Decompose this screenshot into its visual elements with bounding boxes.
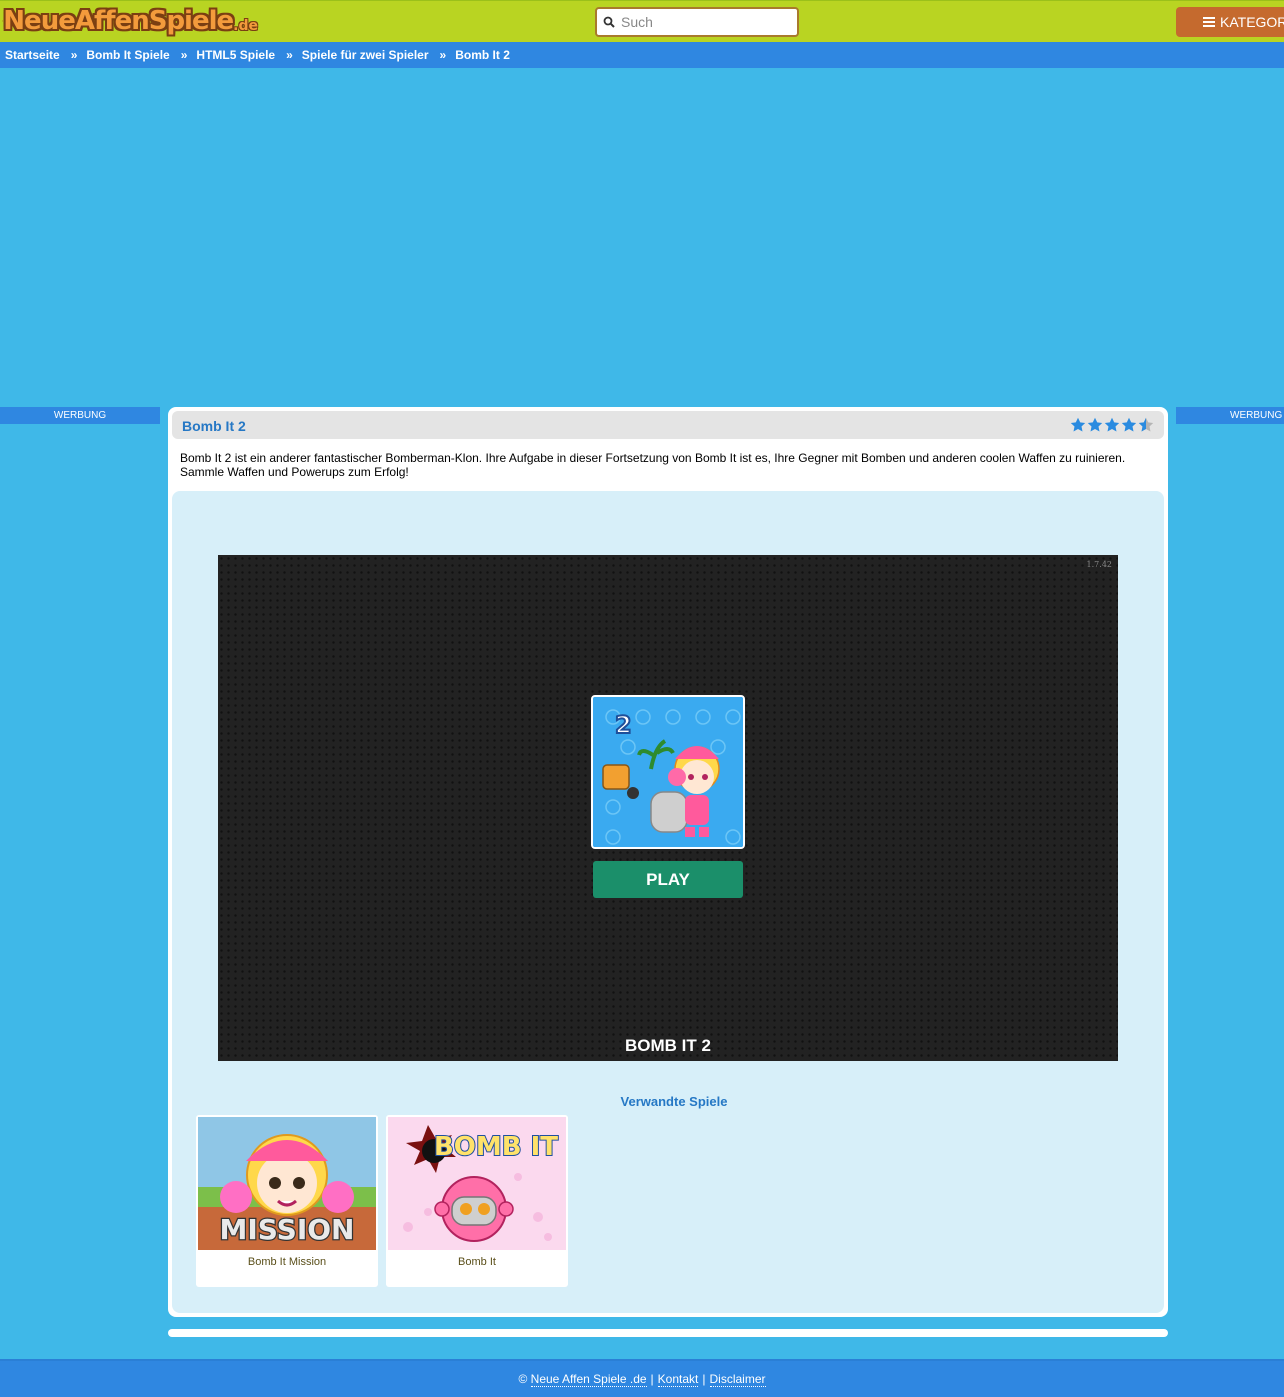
game-frame[interactable]: 1.7.42 2 PLAY BOMB IT 2 <box>218 555 1118 1061</box>
search-icon <box>603 16 615 28</box>
breadcrumb: Startseite » Bomb It Spiele » HTML5 Spie… <box>0 42 1284 68</box>
footer-separator: | <box>702 1372 706 1386</box>
game-name-caption: BOMB IT 2 <box>625 1036 711 1055</box>
categories-label: KATEGORIEN <box>1220 14 1284 30</box>
game-title-bar: Bomb It 2 <box>172 411 1164 439</box>
footer-site-link[interactable]: Neue Affen Spiele .de <box>530 1372 647 1387</box>
menu-icon <box>1203 17 1215 27</box>
related-games-title: Verwandte Spiele <box>620 1094 728 1109</box>
breadcrumb-bomb-it-spiele[interactable]: Bomb It Spiele <box>86 48 169 62</box>
related-game-name[interactable]: Bomb It <box>386 1256 568 1268</box>
content-divider <box>168 1329 1168 1337</box>
breadcrumb-html5-spiele[interactable]: HTML5 Spiele <box>196 48 275 62</box>
search-box[interactable] <box>595 7 799 37</box>
breadcrumb-home[interactable]: Startseite <box>5 48 60 62</box>
footer-disclaimer-link[interactable]: Disclaimer <box>709 1372 766 1387</box>
ad-label-left: WERBUNG <box>0 407 160 424</box>
play-button[interactable]: PLAY <box>593 861 743 898</box>
ad-label-right: WERBUNG <box>1176 407 1284 424</box>
star-icon[interactable] <box>1104 417 1120 433</box>
game-version: 1.7.42 <box>1086 560 1112 569</box>
top-header: NeueAffenSpiele .de KATEGORIEN <box>0 0 1284 42</box>
related-game-card[interactable]: BOMB IT Bomb It <box>386 1115 568 1287</box>
related-game-thumbnail[interactable]: BOMB IT <box>388 1117 566 1250</box>
breadcrumb-separator: » <box>70 48 78 62</box>
card-banner: BOMB IT <box>434 1132 558 1162</box>
breadcrumb-separator: » <box>439 48 447 62</box>
copyright-symbol: © <box>518 1372 528 1386</box>
star-icon[interactable] <box>1087 417 1103 433</box>
rating-stars[interactable] <box>1070 417 1154 433</box>
bomb-it-artwork-icon: BOMB IT <box>388 1117 566 1250</box>
thumb-number: 2 <box>615 711 632 739</box>
search-input[interactable] <box>621 14 791 30</box>
related-game-thumbnail[interactable]: MISSION <box>198 1117 376 1250</box>
logo-tld: .de <box>233 18 258 34</box>
related-game-card[interactable]: MISSION Bomb It Mission <box>196 1115 378 1287</box>
game-description: Bomb It 2 ist ein anderer fantastischer … <box>180 451 1126 479</box>
half-star-icon[interactable] <box>1138 417 1154 433</box>
logo-text: NeueAffenSpiele <box>3 6 234 36</box>
card-banner: MISSION <box>219 1213 354 1246</box>
breadcrumb-zwei-spieler[interactable]: Spiele für zwei Spieler <box>302 48 429 62</box>
game-thumbnail: 2 <box>591 695 745 849</box>
related-game-name[interactable]: Bomb It Mission <box>196 1256 378 1268</box>
breadcrumb-current[interactable]: Bomb It 2 <box>455 48 510 62</box>
star-icon[interactable] <box>1121 417 1137 433</box>
footer-separator: | <box>650 1372 654 1386</box>
game-area: 1.7.42 2 PLAY BOMB IT 2 Verwandte Spiele… <box>172 491 1164 1313</box>
star-icon[interactable] <box>1070 417 1086 433</box>
game-panel: Bomb It 2 Bomb It 2 ist ein anderer fant… <box>168 407 1168 1317</box>
site-logo[interactable]: NeueAffenSpiele .de <box>2 3 258 39</box>
categories-button[interactable]: KATEGORIEN <box>1176 7 1284 37</box>
footer: © Neue Affen Spiele .de | Kontakt | Disc… <box>0 1359 1284 1397</box>
bomb-it-mission-artwork-icon: MISSION <box>198 1117 376 1250</box>
breadcrumb-separator: » <box>180 48 188 62</box>
bomb-it-2-artwork-icon: 2 <box>593 697 743 847</box>
breadcrumb-separator: » <box>286 48 293 62</box>
footer-contact-link[interactable]: Kontakt <box>657 1372 699 1387</box>
game-title: Bomb It 2 <box>182 418 246 434</box>
